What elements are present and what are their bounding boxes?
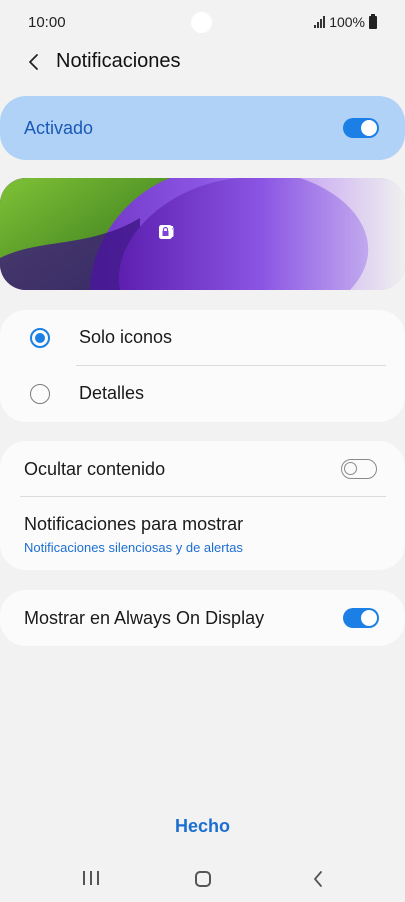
header: Notificaciones [0,40,405,84]
notifications-to-show-value: Notificaciones silenciosas y de alertas [24,540,243,555]
email-icon [159,225,214,239]
master-switch-label: Activado [24,118,94,138]
navigation-bar [0,862,405,898]
master-toggle[interactable] [343,118,379,138]
hide-content-label: Ocultar contenido [24,459,166,479]
status-time: 10:00 [28,14,66,31]
home-icon[interactable] [195,871,211,887]
notifications-to-show-row[interactable]: Notificaciones para mostrar Notificacion… [0,497,405,570]
nav-back-icon[interactable] [308,869,328,889]
hide-content-toggle[interactable] [341,459,377,479]
signal-icon [314,16,326,28]
style-options-card: Solo iconos Detalles [0,310,405,422]
preview-icon-row [159,225,234,239]
message-icon [160,225,194,239]
aod-card[interactable]: Mostrar en Always On Display [0,590,405,646]
aod-label: Mostrar en Always On Display [24,608,265,628]
back-arrow-icon[interactable] [24,52,44,72]
content-settings-card: Ocultar contenido Notificaciones para mo… [0,441,405,570]
lock-icon [159,225,234,239]
battery-icon [369,13,377,29]
battery-percent: 100% [329,14,365,30]
radio-icons-only[interactable] [30,328,50,348]
recent-apps-icon[interactable] [83,871,99,885]
notifications-to-show-label: Notificaciones para mostrar [24,514,244,534]
hide-content-row[interactable]: Ocultar contenido [0,441,405,497]
page-title: Notificaciones [56,50,181,72]
option-label: Solo iconos [79,327,173,347]
camera-cutout [191,12,212,33]
radio-details[interactable] [30,384,50,404]
status-indicators: 100% [314,13,377,30]
done-button[interactable]: Hecho [0,816,405,837]
option-label: Detalles [79,383,145,403]
notification-preview [0,178,405,290]
option-icons-only[interactable]: Solo iconos [0,310,405,366]
aod-toggle[interactable] [343,608,379,628]
option-details[interactable]: Detalles [0,366,405,422]
master-switch-bar[interactable]: Activado [0,96,405,160]
